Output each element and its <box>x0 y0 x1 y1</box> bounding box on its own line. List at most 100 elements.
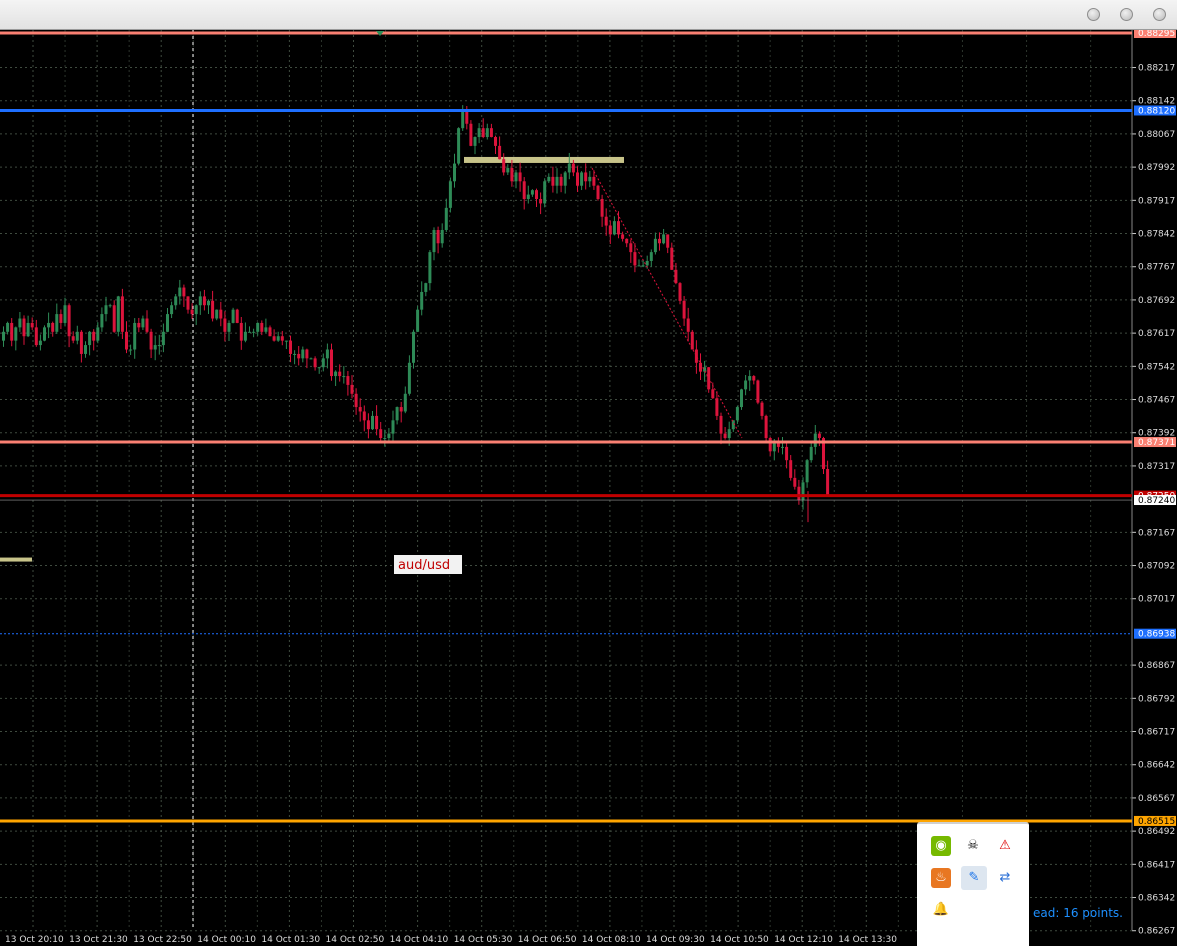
x-tick-label: 14 Oct 00:10 <box>197 935 256 944</box>
candle-body <box>248 331 251 333</box>
candle-body <box>161 331 165 346</box>
candle-body <box>567 163 571 173</box>
x-tick-label: 14 Oct 02:50 <box>326 935 385 944</box>
candle-body <box>358 407 362 412</box>
candle-body <box>457 128 461 164</box>
pen-icon[interactable]: ✎ <box>961 866 987 890</box>
candle-body <box>412 331 415 363</box>
candle-body <box>170 305 174 315</box>
candle-body <box>543 181 547 204</box>
symbol-label: aud/usd <box>398 558 450 573</box>
y-tick-label: 0.86492 <box>1138 827 1175 837</box>
candle-body <box>428 252 432 284</box>
candle-body <box>526 194 530 199</box>
candle-body <box>26 322 30 337</box>
candle-body <box>797 486 801 501</box>
x-tick-label: 13 Oct 21:30 <box>69 935 128 944</box>
java-icon[interactable]: ♨ <box>931 868 951 888</box>
level-label: 0.87371 <box>1138 438 1175 448</box>
candle-body <box>735 407 739 421</box>
candle-body <box>448 181 452 208</box>
candle-body <box>686 318 690 332</box>
candle-body <box>18 318 22 328</box>
candle-body <box>342 376 346 378</box>
candle-body <box>47 322 51 328</box>
candle-body <box>633 252 637 266</box>
candle-body <box>563 172 567 186</box>
candle-body <box>207 300 210 306</box>
candle-body <box>723 433 727 439</box>
minimize-button[interactable] <box>1087 8 1100 21</box>
y-tick-label: 0.87017 <box>1138 595 1175 605</box>
x-tick-label: 14 Oct 08:10 <box>582 935 641 944</box>
candle-body <box>55 314 59 332</box>
candle-body <box>321 358 325 368</box>
candle-body <box>354 393 358 408</box>
candle-body <box>88 331 92 346</box>
candle-body <box>125 331 128 350</box>
candle-body <box>744 380 748 390</box>
y-tick-label: 0.87692 <box>1138 296 1175 306</box>
candle-body <box>264 327 268 332</box>
candle-body <box>268 327 272 337</box>
candle-body <box>301 349 305 359</box>
candle-body <box>781 446 784 448</box>
candle-body <box>104 305 108 315</box>
y-tick-label: 0.87842 <box>1138 230 1175 240</box>
candle-body <box>2 331 5 341</box>
candle-body <box>289 340 292 354</box>
candle-body <box>752 376 756 381</box>
candle-body <box>34 327 38 346</box>
resistance-zone <box>464 156 624 163</box>
zoom-button[interactable] <box>1120 8 1133 21</box>
y-tick-label: 0.86342 <box>1138 894 1175 904</box>
candle-body <box>658 238 661 244</box>
pirate-icon[interactable]: ☠ <box>963 836 983 856</box>
candle-body <box>252 331 256 333</box>
candle-body <box>202 296 206 306</box>
y-tick-label: 0.88142 <box>1138 97 1175 107</box>
candle-body <box>592 176 596 186</box>
y-tick-label: 0.86417 <box>1138 860 1175 870</box>
x-tick-label: 13 Oct 20:10 <box>5 935 64 944</box>
candle-body <box>772 442 776 452</box>
y-tick-label: 0.87617 <box>1138 329 1175 339</box>
level-label: 0.86515 <box>1138 817 1175 827</box>
candle-body <box>785 446 789 461</box>
candle-body <box>768 438 772 452</box>
candle-body <box>649 252 653 261</box>
nvidia-icon[interactable]: ◉ <box>931 836 951 856</box>
candle-body <box>375 415 379 430</box>
candle-body <box>14 327 18 341</box>
candle-body <box>608 225 612 235</box>
y-tick-label: 0.87167 <box>1138 528 1175 538</box>
candle-body <box>186 296 190 310</box>
candle-body <box>584 172 588 182</box>
candle-body <box>551 176 555 186</box>
candle-body <box>809 446 813 461</box>
candle-body <box>481 128 485 138</box>
candle-body <box>514 172 518 182</box>
candle-body <box>223 318 227 332</box>
candle-body <box>506 168 510 173</box>
candle-body <box>555 176 559 186</box>
candle-body <box>166 314 169 332</box>
candle-body <box>334 371 338 377</box>
warning-icon[interactable]: ⚠ <box>995 836 1015 856</box>
candle-body <box>260 322 264 332</box>
candle-body <box>764 415 768 439</box>
network-icon[interactable]: ⇄ <box>995 868 1015 888</box>
bell-icon[interactable]: 🔔 <box>931 900 951 920</box>
candle-body <box>518 172 522 182</box>
x-tick-label: 14 Oct 09:30 <box>646 935 705 944</box>
price-chart[interactable]: 0.88217 0.88142 0.88067 0.87992 0.87917 0.878… <box>0 30 1177 944</box>
y-tick-label: 0.86792 <box>1138 694 1175 704</box>
candle-body <box>313 358 317 368</box>
y-tick-label: 0.86642 <box>1138 761 1175 771</box>
close-button[interactable] <box>1153 8 1166 21</box>
y-tick-label: 0.87542 <box>1138 362 1175 372</box>
candle-body <box>510 168 514 182</box>
candle-body <box>539 199 543 204</box>
candle-body <box>465 110 469 124</box>
candle-body <box>530 190 534 195</box>
